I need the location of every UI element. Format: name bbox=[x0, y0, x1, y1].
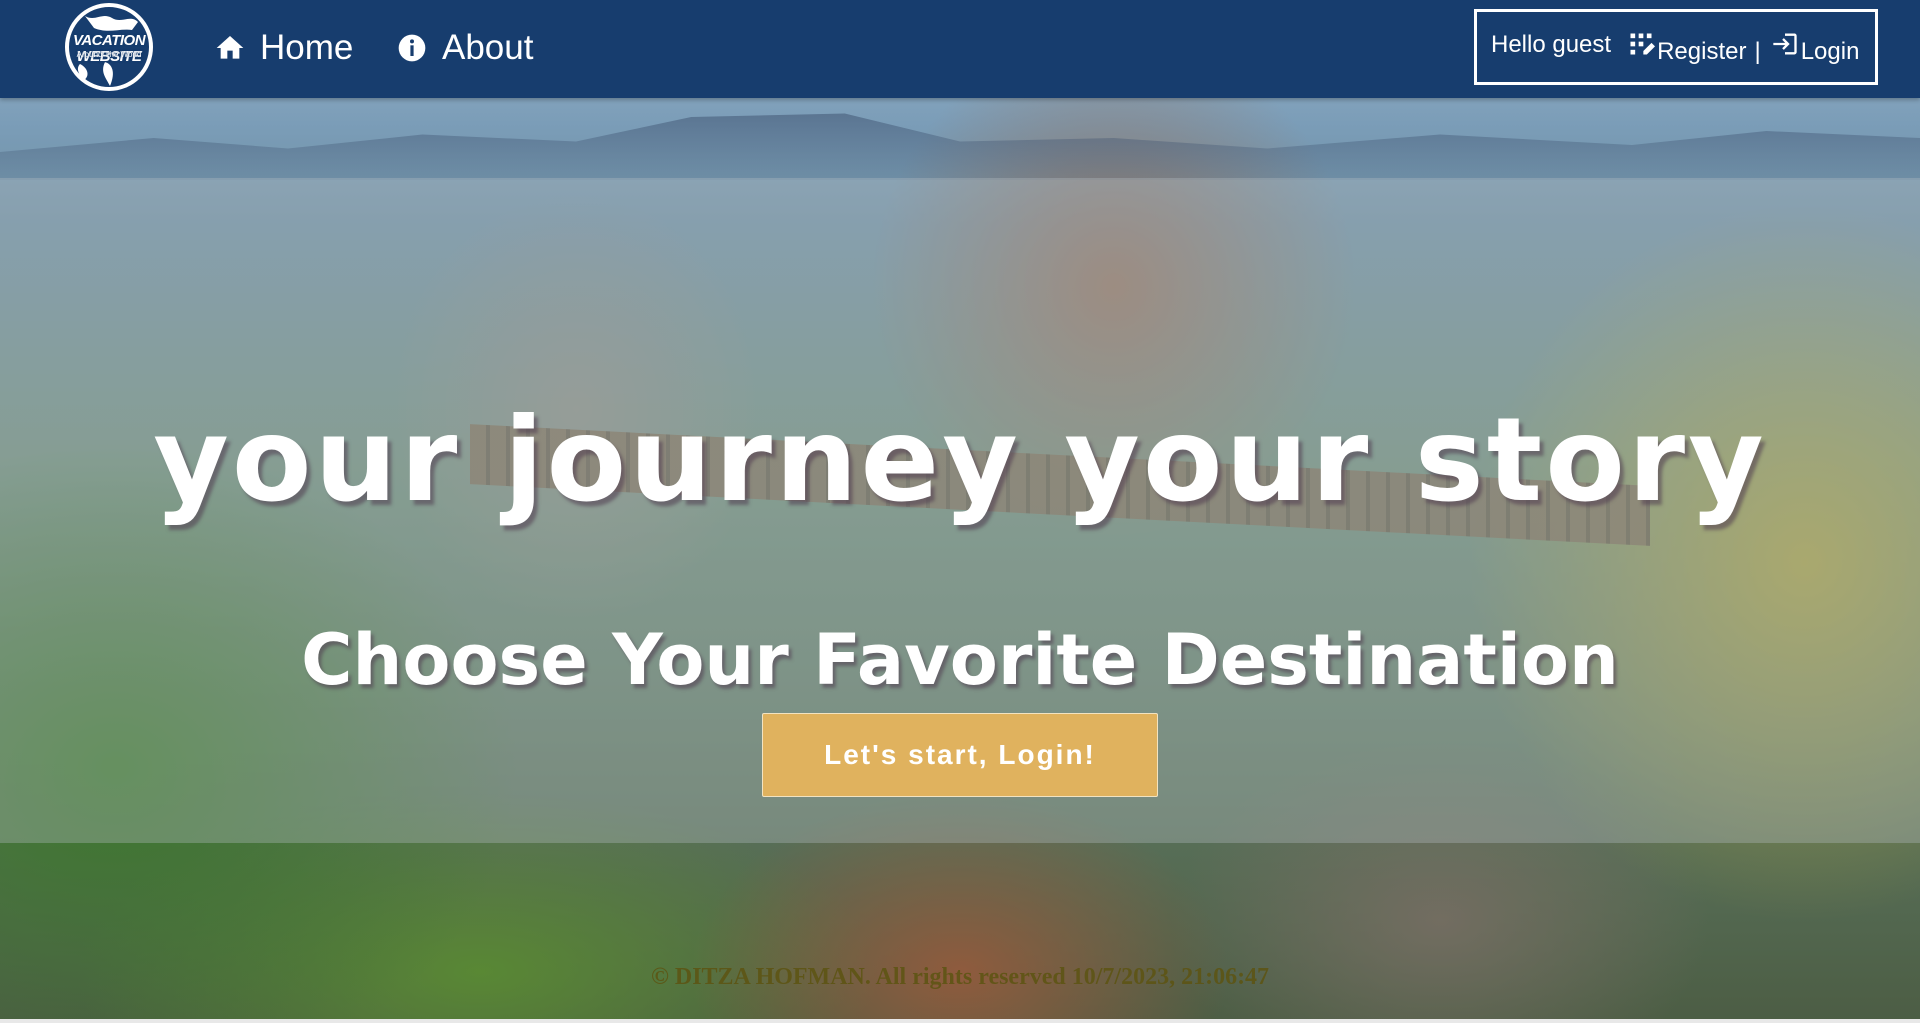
home-icon bbox=[214, 32, 246, 64]
register-label: Register bbox=[1657, 38, 1747, 65]
user-panel: Hello guest Register | Login bbox=[1474, 9, 1878, 85]
navbar: VACATION WEBSITE Around The World Home A… bbox=[0, 0, 1920, 98]
bottom-edge bbox=[0, 1019, 1920, 1023]
start-login-button[interactable]: Let's start, Login! bbox=[762, 713, 1158, 797]
auth-separator: | bbox=[1754, 38, 1761, 65]
logo-subtitle: Around The World bbox=[76, 50, 142, 59]
user-greeting: Hello guest bbox=[1491, 31, 1612, 58]
login-link[interactable]: Login bbox=[1771, 33, 1860, 66]
info-icon bbox=[396, 32, 428, 64]
footer-copyright: © DITZA HOFMAN. All rights reserved 10/7… bbox=[650, 964, 1270, 990]
nav-about-label: About bbox=[442, 28, 534, 67]
site-logo[interactable]: VACATION WEBSITE Around The World bbox=[50, 2, 168, 92]
login-icon bbox=[1771, 30, 1799, 58]
nav-about-link[interactable]: About bbox=[396, 26, 533, 70]
page: VACATION WEBSITE Around The World Home A… bbox=[0, 0, 1920, 1023]
hero-subtitle: Choose Your Favorite Destination bbox=[301, 619, 1619, 702]
hero-title: your journey your story bbox=[153, 392, 1767, 528]
register-link[interactable]: Register bbox=[1627, 33, 1747, 66]
login-label: Login bbox=[1800, 38, 1860, 65]
nav-home-link[interactable]: Home bbox=[214, 26, 353, 70]
register-icon bbox=[1627, 30, 1656, 58]
nav-home-label: Home bbox=[260, 28, 354, 67]
logo-title: VACATION WEBSITE bbox=[72, 32, 146, 65]
